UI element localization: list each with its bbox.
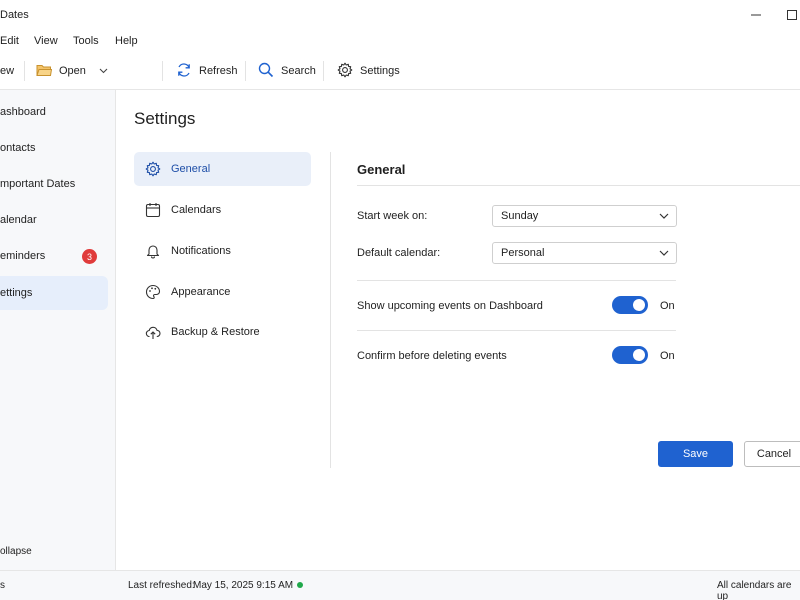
cloud-upload-icon [144, 323, 162, 341]
category-general[interactable]: General [134, 152, 311, 186]
sidebar-item-label: ettings [0, 287, 33, 299]
start-week-select[interactable]: Sunday [492, 205, 677, 227]
toolbar-divider [24, 61, 25, 81]
show-upcoming-state: On [660, 300, 675, 312]
category-label: Backup & Restore [171, 326, 260, 338]
chevron-down-icon [659, 248, 669, 260]
status-bar: s Last refreshed: May 15, 2025 9:15 AM A… [0, 570, 800, 600]
search-label: Search [281, 65, 316, 77]
main-content: Settings General Calendars Notifications… [117, 90, 800, 570]
row-divider [357, 280, 676, 281]
new-button[interactable]: ew [0, 52, 14, 90]
gear-icon [337, 62, 353, 81]
folder-icon [36, 63, 53, 80]
sidebar-item-label: alendar [0, 214, 37, 226]
search-icon [258, 62, 274, 81]
panel-divider [330, 152, 331, 468]
sync-status: All calendars are up [717, 580, 792, 600]
sidebar-item-dashboard[interactable]: ashboard [0, 95, 108, 129]
last-refreshed-label: Last refreshed: [128, 580, 195, 591]
online-status-dot [297, 582, 303, 588]
menu-edit[interactable]: Edit [0, 35, 19, 47]
toolbar: ew Open Refresh Search Settings [0, 52, 800, 90]
open-label: Open [59, 65, 86, 77]
category-label: Notifications [171, 245, 231, 257]
refresh-label: Refresh [199, 65, 238, 77]
sidebar-item-label: ontacts [0, 142, 36, 154]
row-divider [357, 330, 676, 331]
maximize-button[interactable] [782, 6, 800, 24]
palette-icon [144, 283, 162, 301]
open-button[interactable]: Open [36, 52, 108, 90]
maximize-icon [787, 10, 797, 20]
chevron-down-icon[interactable] [99, 65, 108, 77]
toolbar-divider [162, 61, 163, 81]
confirm-delete-label: Confirm before deleting events [357, 350, 507, 362]
section-title: General [357, 162, 406, 177]
reminders-count-badge: 3 [82, 249, 97, 264]
settings-label: Settings [360, 65, 400, 77]
refresh-button[interactable]: Refresh [176, 52, 238, 90]
start-week-label: Start week on: [357, 210, 428, 222]
window-title: Dates [0, 9, 29, 21]
minimize-icon [751, 14, 761, 16]
settings-button[interactable]: Settings [337, 52, 400, 90]
category-label: Calendars [171, 204, 222, 216]
menu-tools[interactable]: Tools [73, 35, 99, 47]
section-divider [357, 185, 800, 186]
sidebar-item-label: mportant Dates [0, 178, 76, 190]
search-button[interactable]: Search [258, 52, 316, 90]
category-notifications[interactable]: Notifications [134, 234, 311, 268]
default-calendar-select[interactable]: Personal [492, 242, 677, 264]
default-calendar-value: Personal [501, 247, 545, 259]
refresh-icon [176, 62, 192, 81]
menu-view[interactable]: View [34, 35, 58, 47]
category-calendars[interactable]: Calendars [134, 193, 311, 227]
menu-help[interactable]: Help [115, 35, 138, 47]
gear-icon [144, 160, 162, 178]
title-bar: Dates [0, 0, 800, 30]
toolbar-divider [323, 61, 324, 81]
sidebar-item-important-dates[interactable]: mportant Dates [0, 167, 108, 201]
category-label: Appearance [171, 286, 231, 298]
menu-bar: Edit View Tools Help [0, 30, 800, 52]
sidebar-item-settings[interactable]: ettings [0, 276, 108, 310]
default-calendar-label: Default calendar: [357, 247, 441, 259]
show-upcoming-label: Show upcoming events on Dashboard [357, 300, 543, 312]
minimize-button[interactable] [746, 6, 766, 24]
show-upcoming-toggle[interactable] [612, 296, 648, 314]
sidebar-item-label: eminders [0, 250, 46, 262]
sidebar: ashboard ontacts mportant Dates alendar … [0, 90, 116, 570]
category-label: General [171, 163, 211, 175]
collapse-button[interactable]: ollapse [0, 546, 32, 557]
start-week-value: Sunday [501, 210, 539, 222]
cancel-button[interactable]: Cancel [744, 441, 800, 467]
last-refreshed-value: May 15, 2025 9:15 AM [193, 580, 294, 591]
calendar-icon [144, 201, 162, 219]
new-label: ew [0, 65, 15, 77]
save-button[interactable]: Save [658, 441, 733, 467]
page-title: Settings [134, 109, 196, 128]
sidebar-item-calendar[interactable]: alendar [0, 203, 108, 237]
toggle-knob [633, 299, 645, 311]
toggle-knob [633, 349, 645, 361]
bell-icon [144, 242, 162, 260]
confirm-delete-toggle[interactable] [612, 346, 648, 364]
sidebar-item-label: ashboard [0, 106, 46, 118]
toolbar-divider [245, 61, 246, 81]
chevron-down-icon [659, 211, 669, 223]
sidebar-item-contacts[interactable]: ontacts [0, 131, 108, 165]
category-backup-restore[interactable]: Backup & Restore [134, 315, 311, 349]
sidebar-item-reminders[interactable]: eminders 3 [0, 239, 108, 273]
confirm-delete-state: On [660, 350, 675, 362]
category-appearance[interactable]: Appearance [134, 275, 311, 309]
status-left: s [0, 580, 5, 591]
